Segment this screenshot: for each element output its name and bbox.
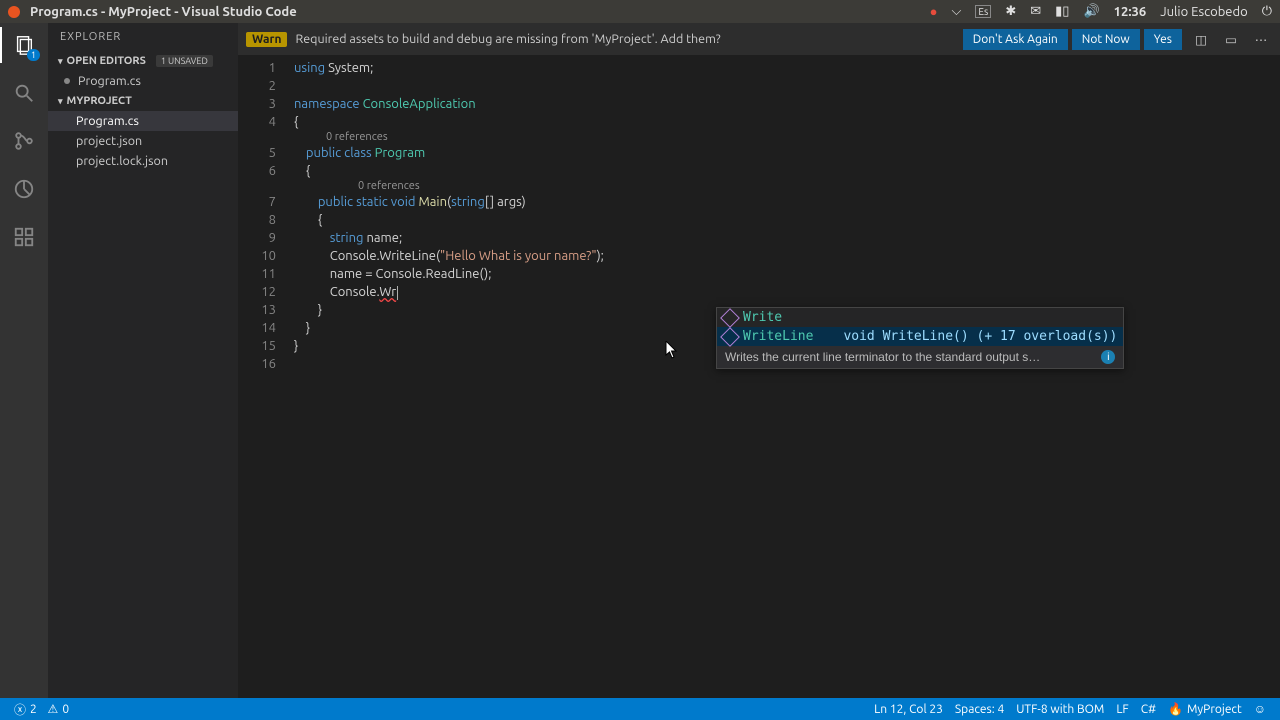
intellisense-popup[interactable]: Write WriteLine void WriteLine() (+ 17 o… bbox=[716, 307, 1124, 369]
suggest-label: Write bbox=[743, 310, 782, 325]
suggest-documentation: Writes the current line terminator to th… bbox=[717, 346, 1123, 368]
open-editor-label: Program.cs bbox=[78, 74, 141, 88]
project-header[interactable]: ▾ MYPROJECT bbox=[48, 91, 238, 111]
notification-bar: Warn Required assets to build and debug … bbox=[238, 23, 1280, 55]
wifi-icon[interactable]: ⌵ bbox=[952, 4, 962, 19]
open-editors-header[interactable]: ▾ OPEN EDITORS 1 UNSAVED bbox=[48, 51, 238, 71]
error-icon: ⓧ bbox=[14, 701, 26, 718]
status-feedback[interactable]: ☺ bbox=[1248, 698, 1272, 720]
explorer-title: EXPLORER bbox=[48, 23, 238, 51]
warn-badge: Warn bbox=[246, 32, 287, 47]
file-label: project.lock.json bbox=[76, 154, 168, 168]
record-icon[interactable]: ● bbox=[930, 4, 938, 19]
warning-icon: ⚠ bbox=[48, 702, 59, 716]
status-encoding[interactable]: UTF-8 with BOM bbox=[1010, 698, 1110, 720]
suggest-item-writeline[interactable]: WriteLine void WriteLine() (+ 17 overloa… bbox=[717, 327, 1123, 346]
source-control-icon[interactable] bbox=[10, 127, 38, 155]
status-cursor-position[interactable]: Ln 12, Col 23 bbox=[868, 698, 949, 720]
file-label: project.json bbox=[76, 134, 142, 148]
search-icon[interactable] bbox=[10, 79, 38, 107]
debug-icon[interactable] bbox=[10, 175, 38, 203]
file-item-projectjson[interactable]: project.json bbox=[48, 131, 238, 151]
open-editors-label: OPEN EDITORS bbox=[67, 55, 146, 67]
status-bar: ⓧ2 ⚠0 Ln 12, Col 23 Spaces: 4 UTF-8 with… bbox=[0, 698, 1280, 720]
unsaved-dot-icon bbox=[64, 78, 70, 84]
unsaved-badge: 1 UNSAVED bbox=[156, 55, 213, 67]
explorer-icon[interactable]: 1 bbox=[10, 31, 38, 59]
dont-ask-again-button[interactable]: Don't Ask Again bbox=[963, 29, 1068, 50]
split-editor-icon[interactable]: ◫ bbox=[1190, 28, 1212, 50]
status-eol[interactable]: LF bbox=[1110, 698, 1134, 720]
line-number-gutter: 1 2 3 4 5 6 7 8 9 10 11 12 13 14 15 16 bbox=[238, 55, 294, 698]
info-icon[interactable]: i bbox=[1101, 350, 1115, 364]
flame-icon: 🔥 bbox=[1168, 702, 1183, 716]
file-item-program[interactable]: Program.cs bbox=[48, 111, 238, 131]
status-language[interactable]: C# bbox=[1135, 698, 1162, 720]
file-item-projectlock[interactable]: project.lock.json bbox=[48, 151, 238, 171]
text-caret bbox=[397, 286, 398, 300]
more-actions-icon[interactable]: ⋯ bbox=[1250, 28, 1272, 50]
clock[interactable]: 12:36 bbox=[1114, 5, 1147, 19]
chevron-down-icon: ▾ bbox=[58, 56, 63, 67]
code-content[interactable]: using System; namespace ConsoleApplicati… bbox=[294, 55, 1280, 698]
app-body: 1 EXPLORER ▾ OPEN EDITORS 1 UNSAVED Prog… bbox=[0, 23, 1280, 698]
project-label: MYPROJECT bbox=[67, 95, 132, 107]
toggle-panel-icon[interactable]: ▭ bbox=[1220, 28, 1242, 50]
chevron-down-icon: ▾ bbox=[58, 96, 63, 107]
bluetooth-icon[interactable]: ✱ bbox=[1005, 4, 1016, 19]
yes-button[interactable]: Yes bbox=[1144, 29, 1182, 50]
activity-bar: 1 bbox=[0, 23, 48, 698]
open-editor-item[interactable]: Program.cs bbox=[48, 71, 238, 91]
method-icon bbox=[720, 308, 740, 328]
codelens-references[interactable]: 0 references bbox=[294, 180, 1280, 193]
power-icon[interactable]: ⏻ bbox=[1262, 4, 1272, 19]
editor-area: Warn Required assets to build and debug … bbox=[238, 23, 1280, 698]
battery-icon[interactable]: ▮▯ bbox=[1055, 4, 1069, 19]
suggest-signature: void WriteLine() (+ 17 overload(s)) bbox=[843, 329, 1117, 344]
file-label: Program.cs bbox=[76, 114, 139, 128]
status-indentation[interactable]: Spaces: 4 bbox=[949, 698, 1010, 720]
explorer-badge: 1 bbox=[27, 49, 40, 61]
status-errors[interactable]: ⓧ2 ⚠0 bbox=[8, 698, 75, 720]
mail-icon[interactable]: ✉ bbox=[1030, 4, 1041, 19]
extensions-icon[interactable] bbox=[10, 223, 38, 251]
user-menu[interactable]: Julio Escobedo bbox=[1160, 5, 1248, 19]
explorer-sidebar: EXPLORER ▾ OPEN EDITORS 1 UNSAVED Progra… bbox=[48, 23, 238, 698]
method-icon bbox=[720, 327, 740, 347]
keyboard-layout[interactable]: Es bbox=[975, 5, 991, 18]
window-close-button[interactable] bbox=[8, 6, 20, 18]
suggest-label: WriteLine bbox=[743, 329, 813, 344]
os-top-bar: Program.cs - MyProject - Visual Studio C… bbox=[0, 0, 1280, 23]
not-now-button[interactable]: Not Now bbox=[1072, 29, 1140, 50]
window-title: Program.cs - MyProject - Visual Studio C… bbox=[30, 5, 297, 19]
volume-icon[interactable]: 🔊 bbox=[1083, 4, 1099, 19]
status-project[interactable]: 🔥MyProject bbox=[1162, 698, 1248, 720]
system-tray: ● ⌵ Es ✱ ✉ ▮▯ 🔊 12:36 Julio Escobedo ⏻ bbox=[930, 4, 1272, 19]
code-editor[interactable]: 1 2 3 4 5 6 7 8 9 10 11 12 13 14 15 16 u bbox=[238, 55, 1280, 698]
suggest-item-write[interactable]: Write bbox=[717, 308, 1123, 327]
codelens-references[interactable]: 0 references bbox=[294, 131, 1280, 144]
notification-message: Required assets to build and debug are m… bbox=[295, 32, 720, 46]
